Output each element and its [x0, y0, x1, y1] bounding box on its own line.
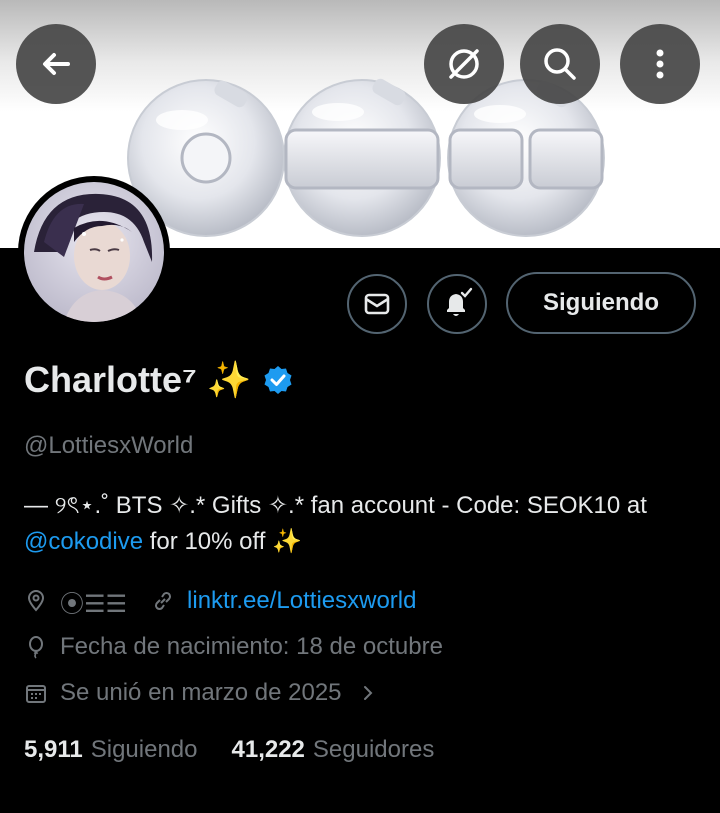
following-button[interactable]: Siguiendo — [506, 272, 696, 334]
hide-button[interactable] — [424, 24, 504, 104]
more-button[interactable] — [620, 24, 700, 104]
balloon-icon — [24, 635, 48, 659]
bio-text: — ୨ৎ⋆.˚ BTS ✧.* Gifts ✧.* fan account - … — [24, 492, 647, 519]
search-button[interactable] — [520, 24, 600, 104]
name-row: Charlotte⁷ ✨ — [24, 356, 294, 404]
birthday-text: Fecha de nacimiento: 18 de octubre — [60, 633, 443, 660]
notifications-button[interactable] — [427, 274, 487, 334]
following-button-label: Siguiendo — [543, 289, 659, 316]
more-vertical-icon — [656, 49, 664, 79]
bell-check-icon — [447, 287, 473, 316]
back-button[interactable] — [16, 24, 96, 104]
calendar-icon — [24, 681, 48, 705]
chevron-right-icon — [363, 686, 372, 700]
following-label: Siguiendo — [90, 736, 198, 763]
location-website-row: ⦿☰☰ linktr.ee/Lottiesxworld — [24, 584, 416, 618]
bio-mention-link[interactable]: @cokodive — [24, 528, 143, 555]
bio-text-2: for 10% off ✨ — [149, 528, 302, 555]
link-icon — [151, 589, 175, 613]
display-name: Charlotte⁷ ✨ — [24, 359, 252, 400]
user-handle: @LottiesxWorld — [24, 432, 194, 459]
arrow-left-icon — [43, 53, 70, 75]
birthday-row: Fecha de nacimiento: 18 de octubre — [24, 630, 443, 664]
location-text: ⦿☰☰ — [60, 590, 128, 618]
website-link[interactable]: linktr.ee/Lottiesxworld — [187, 587, 416, 615]
joined-row[interactable]: Se unió en marzo de 2025 — [24, 676, 378, 710]
envelope-icon — [364, 293, 390, 315]
search-icon — [544, 48, 576, 80]
follow-stats: 5,911 Siguiendo 41,222 Seguidores — [24, 736, 434, 764]
bio: — ୨ৎ⋆.˚ BTS ✧.* Gifts ✧.* fan account - … — [24, 488, 704, 560]
avatar-ring[interactable] — [18, 176, 170, 328]
following-count: 5,911 — [24, 736, 83, 763]
hide-icon — [449, 49, 479, 79]
followers-label: Seguidores — [312, 736, 435, 763]
avatar-image — [24, 182, 164, 322]
joined-text: Se unió en marzo de 2025 — [60, 679, 342, 706]
following-stat[interactable]: 5,911 Siguiendo — [24, 736, 198, 764]
followers-stat[interactable]: 41,222 Seguidores — [232, 736, 435, 764]
followers-count: 41,222 — [231, 736, 305, 763]
location-pin-icon — [24, 589, 48, 613]
message-button[interactable] — [347, 274, 407, 334]
verified-badge-icon[interactable] — [262, 364, 294, 396]
avatar — [24, 182, 164, 322]
